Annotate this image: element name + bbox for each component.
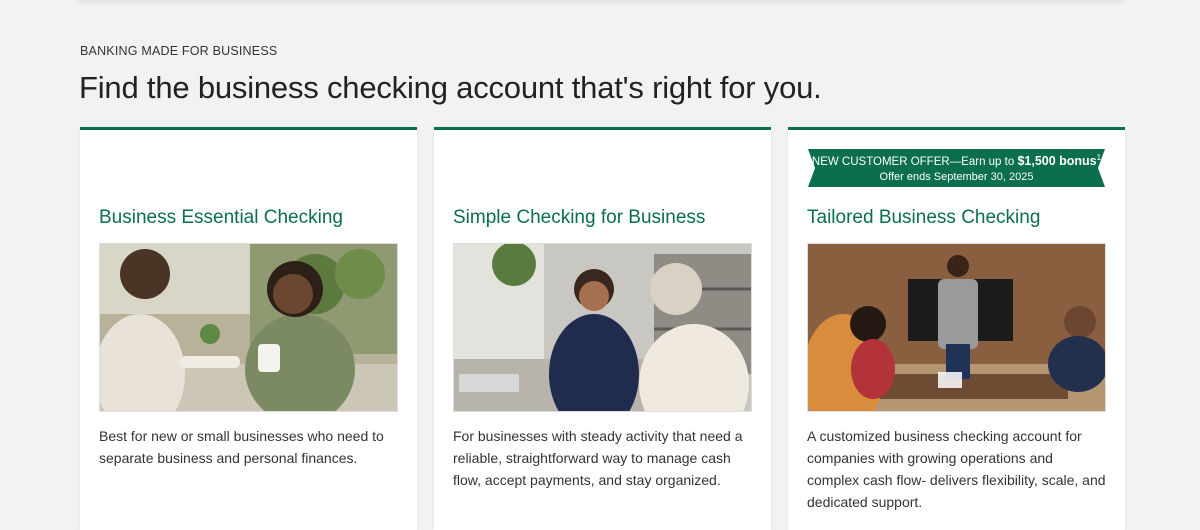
card-description: Best for new or small businesses who nee… — [99, 428, 384, 466]
offer-end-date: Offer ends September 30, 2025 — [879, 171, 1034, 183]
photo-two-women-meeting-image — [100, 244, 397, 411]
card-title[interactable]: Tailored Business Checking — [807, 207, 1040, 229]
photo-two-women-office-image — [454, 244, 751, 411]
product-cards: Business Essential Checking Best for new… — [80, 127, 1125, 530]
card-photo — [453, 243, 752, 412]
card-description: For businesses with steady activity that… — [453, 428, 743, 488]
page-title: Find the business checking account that'… — [79, 70, 822, 105]
card-title[interactable]: Business Essential Checking — [99, 207, 343, 229]
card-description: A customized business checking account f… — [807, 428, 1106, 510]
card-tailored-business-checking: NEW CUSTOMER OFFER—Earn up to $1,500 bon… — [788, 127, 1125, 530]
card-business-essential-checking: Business Essential Checking Best for new… — [80, 127, 417, 530]
card-photo — [807, 243, 1106, 412]
card-title[interactable]: Simple Checking for Business — [453, 207, 705, 229]
offer-headline: NEW CUSTOMER OFFER—Earn up to $1,500 bon… — [811, 153, 1102, 168]
card-simple-checking: Simple Checking for Business For busines… — [434, 127, 771, 530]
offer-footnote-link[interactable]: 1 — [1097, 153, 1101, 162]
photo-conference-presentation-image — [808, 244, 1105, 411]
section-eyebrow: BANKING MADE FOR BUSINESS — [80, 44, 278, 58]
card-photo — [99, 243, 398, 412]
offer-bonus-amount: $1,500 bonus — [1017, 153, 1097, 168]
offer-banner: NEW CUSTOMER OFFER—Earn up to $1,500 bon… — [808, 149, 1105, 187]
